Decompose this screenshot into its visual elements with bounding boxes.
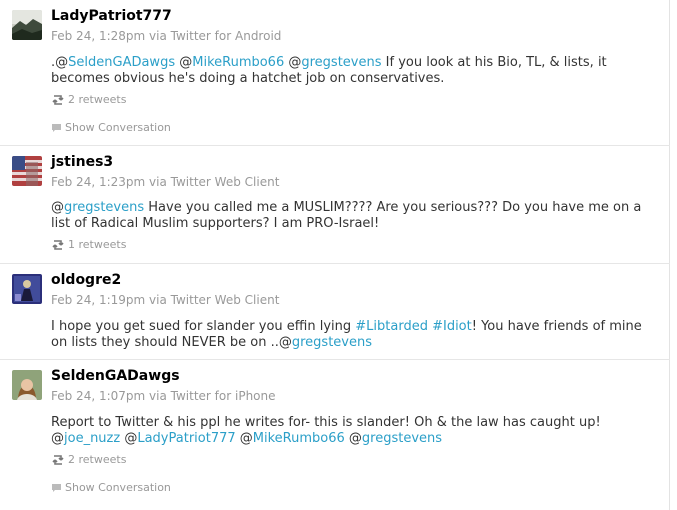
tweet-source: via Twitter for Android: [149, 29, 282, 43]
figure-avatar[interactable]: [12, 274, 42, 304]
show-conversation-label: Show Conversation: [65, 121, 171, 134]
tweet-timeline: LadyPatriot777 Feb 24, 1:28pm via Twitte…: [0, 0, 670, 510]
tweet-meta: Feb 24, 1:23pm via Twitter Web Client: [51, 175, 279, 189]
retweet-count[interactable]: 2 retweets: [51, 93, 126, 106]
tweet-text: Report to Twitter & his ppl he writes fo…: [51, 415, 651, 447]
show-conversation-label: Show Conversation: [65, 481, 171, 494]
woman-portrait-avatar[interactable]: [12, 370, 42, 400]
retweet-label: 1 retweets: [68, 238, 127, 251]
text-fragment: @: [51, 200, 64, 215]
tweet-text: @gregstevens Have you called me a MUSLIM…: [51, 200, 651, 232]
text-fragment: @: [284, 55, 302, 70]
text-fragment: .@: [51, 55, 69, 70]
scroll-track[interactable]: [670, 0, 677, 510]
user-name[interactable]: SeldenGADawgs: [51, 368, 180, 384]
tweet-meta: Feb 24, 1:19pm via Twitter Web Client: [51, 293, 279, 307]
tweet-item: jstines3 Feb 24, 1:23pm via Twitter Web …: [0, 146, 670, 264]
mention-link[interactable]: LadyPatriot777: [137, 431, 235, 446]
tweet-item: SeldenGADawgs Feb 24, 1:07pm via Twitter…: [0, 360, 670, 510]
mention-link[interactable]: gregstevens: [292, 335, 372, 350]
tweet-timestamp[interactable]: Feb 24, 1:19pm: [51, 293, 145, 307]
tweet-text: I hope you get sued for slander you effi…: [51, 319, 651, 351]
hashtag-link[interactable]: #Idiot: [432, 319, 472, 334]
user-name[interactable]: jstines3: [51, 154, 113, 170]
mention-link[interactable]: SeldenGADawgs: [68, 55, 175, 70]
tweet-item: LadyPatriot777 Feb 24, 1:28pm via Twitte…: [0, 0, 670, 146]
mountain-landscape-avatar[interactable]: [12, 10, 42, 40]
retweet-count[interactable]: 2 retweets: [51, 453, 126, 466]
mention-link[interactable]: joe_nuzz: [64, 431, 120, 446]
mention-link[interactable]: MikeRumbo66: [253, 431, 345, 446]
flag-avatar[interactable]: [12, 156, 42, 186]
speech-bubble-icon: [52, 484, 61, 492]
tweet-text: .@SeldenGADawgs @MikeRumbo66 @gregsteven…: [51, 55, 651, 87]
retweet-icon: [52, 95, 64, 105]
text-fragment: @: [120, 431, 138, 446]
mention-link[interactable]: gregstevens: [64, 200, 144, 215]
text-fragment: I hope you get sued for slander you effi…: [51, 319, 356, 334]
retweet-count[interactable]: 1 retweets: [51, 238, 126, 251]
speech-bubble-icon: [52, 124, 61, 132]
retweet-icon: [52, 240, 64, 250]
tweet-timestamp[interactable]: Feb 24, 1:07pm: [51, 389, 145, 403]
mention-link[interactable]: MikeRumbo66: [192, 55, 284, 70]
user-name[interactable]: LadyPatriot777: [51, 8, 172, 24]
show-conversation-link[interactable]: Show Conversation: [51, 121, 171, 134]
show-conversation-link[interactable]: Show Conversation: [51, 481, 171, 494]
retweet-label: 2 retweets: [68, 93, 127, 106]
mention-link[interactable]: gregstevens: [301, 55, 381, 70]
tweet-source: via Twitter for iPhone: [149, 389, 276, 403]
tweet-meta: Feb 24, 1:07pm via Twitter for iPhone: [51, 389, 276, 403]
text-fragment: @: [175, 55, 193, 70]
tweet-source: via Twitter Web Client: [149, 175, 280, 189]
retweet-icon: [52, 455, 64, 465]
tweet-timestamp[interactable]: Feb 24, 1:23pm: [51, 175, 145, 189]
tweet-item: oldogre2 Feb 24, 1:19pm via Twitter Web …: [0, 264, 670, 360]
text-fragment: @: [235, 431, 253, 446]
mention-link[interactable]: gregstevens: [362, 431, 442, 446]
tweet-meta: Feb 24, 1:28pm via Twitter for Android: [51, 29, 281, 43]
tweet-source: via Twitter Web Client: [149, 293, 280, 307]
hashtag-link[interactable]: #Libtarded: [355, 319, 428, 334]
retweet-label: 2 retweets: [68, 453, 127, 466]
text-fragment: @: [344, 431, 362, 446]
user-name[interactable]: oldogre2: [51, 272, 121, 288]
tweet-timestamp[interactable]: Feb 24, 1:28pm: [51, 29, 145, 43]
